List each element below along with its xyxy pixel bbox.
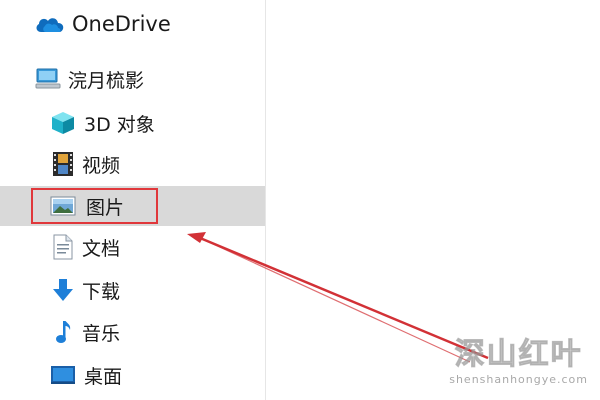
document-icon	[52, 234, 74, 260]
nav-item-label: 视频	[82, 154, 121, 177]
nav-item-onedrive[interactable]: OneDrive	[0, 4, 265, 44]
computer-icon	[34, 67, 62, 91]
nav-item-label: 下载	[82, 280, 121, 303]
film-icon	[52, 151, 74, 177]
nav-item-label: 3D 对象	[84, 113, 155, 136]
watermark-text: 深山红叶	[454, 337, 583, 373]
desktop-icon	[50, 364, 76, 386]
nav-item-label: 浣月梳影	[68, 69, 145, 92]
music-note-icon	[54, 319, 72, 345]
nav-item-label: 桌面	[84, 365, 123, 388]
nav-item-desktop[interactable]: 桌面	[0, 355, 265, 395]
picture-icon	[50, 196, 76, 216]
watermark: 深山红叶 shenshanhongye.com	[449, 329, 588, 387]
file-explorer-window: OneDrive 浣月梳影 3D 对象 视频 图片 文档 下载 音乐 桌面 深山…	[0, 0, 600, 400]
nav-item-pictures[interactable]: 图片	[0, 186, 265, 226]
cube-3d-icon	[50, 110, 76, 136]
nav-item-music[interactable]: 音乐	[0, 312, 265, 352]
download-arrow-icon	[52, 278, 74, 302]
nav-item-label: OneDrive	[72, 12, 171, 36]
nav-item-this-pc[interactable]: 浣月梳影	[0, 59, 265, 99]
nav-item-label: 图片	[86, 196, 125, 219]
watermark-url: shenshanhongye.com	[449, 373, 588, 386]
nav-item-downloads[interactable]: 下载	[0, 270, 265, 310]
navigation-pane: OneDrive 浣月梳影 3D 对象 视频 图片 文档 下载 音乐 桌面	[0, 0, 266, 400]
nav-item-documents[interactable]: 文档	[0, 227, 265, 267]
nav-item-label: 音乐	[82, 322, 121, 345]
cloud-icon	[34, 14, 64, 34]
nav-item-label: 文档	[82, 237, 121, 260]
nav-item-videos[interactable]: 视频	[0, 144, 265, 184]
nav-item-3d-objects[interactable]: 3D 对象	[0, 103, 265, 143]
